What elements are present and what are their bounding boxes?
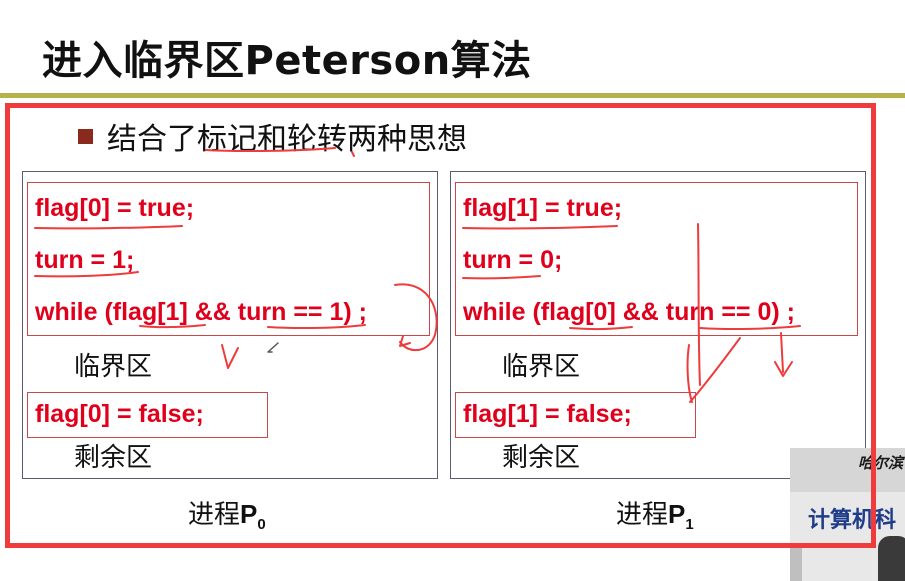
- p1-vertical-stroke: [697, 223, 701, 386]
- p1-line1-underline: [462, 225, 618, 230]
- p0-line2-underline: [34, 271, 139, 278]
- handwritten-annotations: [34, 147, 801, 403]
- p1-flag-underline: [569, 326, 633, 331]
- p1-line2-underline: [462, 275, 541, 280]
- p0-line1-underline: [34, 225, 183, 230]
- p0-turn-underline: [267, 324, 366, 330]
- p1-left-stroke: [686, 344, 693, 403]
- bullet-dot-mark: [351, 151, 355, 157]
- p1-curve-stroke: [689, 337, 741, 403]
- p0-flag-underline: [139, 324, 206, 329]
- pen-cursor-icon: [267, 342, 279, 353]
- bullet-underline-mark: [205, 147, 336, 153]
- p0-down-arrow: [221, 344, 239, 369]
- p1-down-arrow-1: [780, 332, 784, 373]
- p1-turn-underline: [699, 325, 801, 331]
